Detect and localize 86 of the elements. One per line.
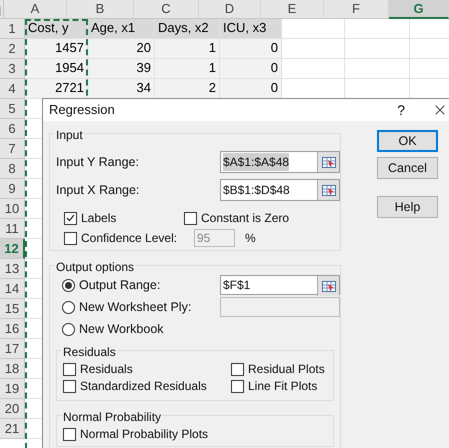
cell-text: 1457 [55, 40, 84, 56]
row-header[interactable]: 10 [0, 199, 25, 219]
row-header[interactable]: 1 [0, 19, 25, 39]
row-header[interactable]: 19 [0, 379, 25, 399]
checkbox-label: Normal Probability Plots [80, 426, 208, 443]
radio-label: New Workbook [79, 320, 164, 338]
column-header[interactable]: F [324, 0, 389, 19]
row-header[interactable]: 17 [0, 339, 25, 359]
checkbox-label: Labels [81, 210, 116, 227]
range-picker-button[interactable] [317, 180, 339, 200]
range-field[interactable]: $F$1 [220, 275, 340, 295]
row-header[interactable]: 5 [0, 99, 25, 119]
row-header[interactable]: 18 [0, 359, 25, 379]
column-header[interactable]: E [261, 0, 324, 19]
radio-label: Output Range: [79, 276, 160, 294]
row-header[interactable]: 21 [0, 419, 25, 439]
row-header[interactable]: 13 [0, 259, 25, 279]
checkbox-label: Residuals [80, 361, 133, 378]
range-field[interactable]: $A$1:$A$48 [220, 151, 340, 173]
window-title: Regression [49, 101, 115, 120]
cell-text: Days, x2 [158, 20, 209, 36]
checkbox[interactable] [64, 212, 77, 224]
range-field[interactable]: $B$1:$D$48 [220, 179, 340, 201]
cell-text: ICU, x3 [223, 20, 266, 36]
cell-text: 34 [136, 80, 151, 96]
cell-text: 1954 [55, 60, 84, 76]
checkbox-label: Constant is Zero [201, 210, 290, 227]
check-icon [66, 214, 75, 222]
row-header[interactable]: 15 [0, 299, 25, 319]
field-value: $B$1:$D$48 [223, 182, 290, 199]
cell-text: 39 [136, 60, 151, 76]
row-header[interactable]: 3 [0, 59, 25, 79]
checkbox[interactable] [184, 212, 197, 224]
radio-button[interactable] [62, 278, 75, 292]
cell-text: 0 [270, 40, 278, 56]
cell-text: 1 [208, 60, 216, 76]
percent-label: % [245, 230, 256, 247]
cell-text: 2721 [55, 80, 84, 96]
row-header[interactable]: 2 [0, 39, 25, 59]
row-header[interactable]: 9 [0, 179, 25, 199]
row-header[interactable]: 7 [0, 139, 25, 159]
checkbox[interactable] [63, 380, 76, 392]
row-header[interactable]: 4 [0, 79, 25, 99]
row-header[interactable]: 20 [0, 399, 25, 419]
cell-text: 2 [208, 80, 216, 96]
column-header[interactable]: B [67, 0, 134, 19]
checkbox-label: Standardized Residuals [80, 378, 207, 395]
column-header[interactable]: A [4, 0, 67, 19]
column-header[interactable]: D [199, 0, 261, 19]
row-header[interactable]: 14 [0, 279, 25, 299]
radio-button[interactable] [62, 322, 75, 336]
row-header[interactable]: 11 [0, 219, 25, 239]
help-button[interactable]: ? [397, 100, 405, 120]
field-label: Input Y Range: [56, 154, 140, 171]
row-header[interactable]: 12 [0, 239, 25, 259]
range-select-icon [322, 184, 336, 196]
cell-text: Age, x1 [91, 20, 136, 36]
checkbox[interactable] [63, 362, 76, 376]
field-value: $A$1:$A$48 [223, 153, 290, 171]
checkbox-label: Residual Plots [248, 361, 325, 378]
range-picker-button[interactable] [317, 152, 339, 172]
checkbox-label: Confidence Level: [81, 230, 178, 247]
column-header[interactable]: C [134, 0, 199, 19]
checkbox[interactable] [231, 380, 244, 392]
cell-text: 1 [208, 40, 216, 56]
field-value: $F$1 [222, 277, 252, 294]
checkbox[interactable] [63, 428, 76, 440]
range-picker-button[interactable] [317, 276, 339, 296]
checkbox-label: Line Fit Plots [248, 378, 318, 395]
dialog-button[interactable]: OK [377, 130, 438, 152]
cell-text: 20 [136, 40, 151, 56]
range-select-icon [322, 280, 336, 292]
range-select-icon [322, 156, 336, 168]
row-header[interactable]: 8 [0, 159, 25, 179]
dialog-button[interactable]: Cancel [377, 157, 438, 179]
column-header[interactable]: G [389, 0, 449, 19]
cell-text: 0 [270, 80, 278, 96]
radio-label: New Worksheet Ply: [79, 298, 192, 316]
row-header[interactable]: 16 [0, 319, 25, 339]
cell-text: Cost, y [28, 20, 68, 36]
dialog-button[interactable]: Help [377, 196, 438, 218]
field-label: Input X Range: [56, 182, 140, 199]
checkbox[interactable] [231, 362, 244, 376]
row-header[interactable]: 6 [0, 119, 25, 139]
radio-button[interactable] [62, 300, 75, 314]
cell-text: 0 [270, 60, 278, 76]
